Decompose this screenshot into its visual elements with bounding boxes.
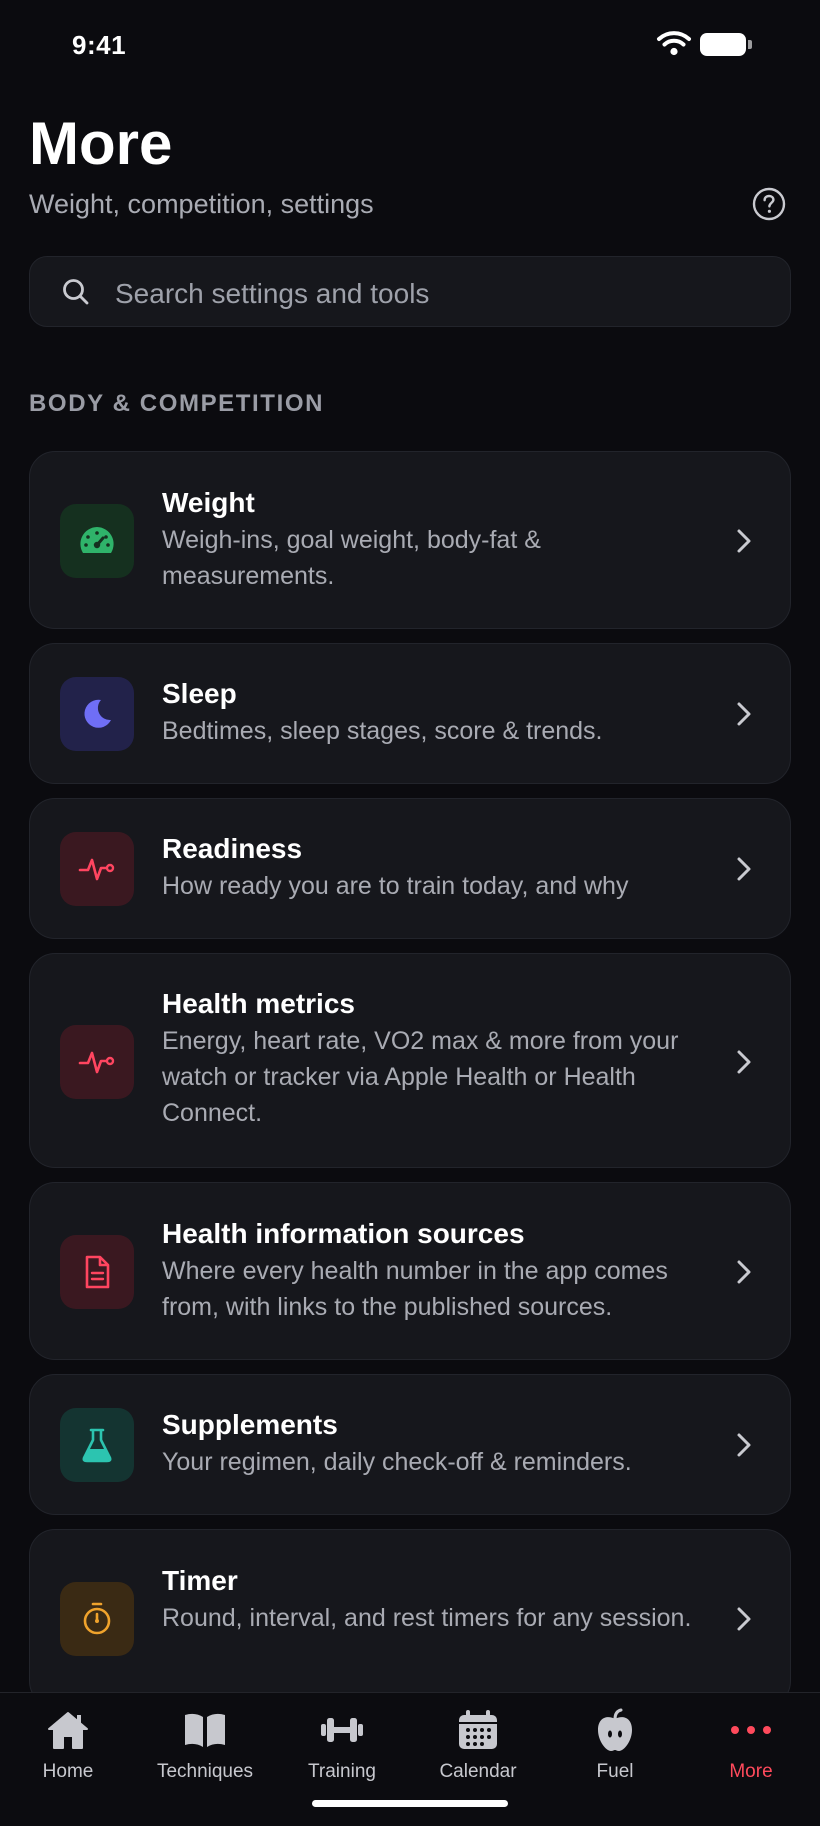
card-description: Weigh-ins, goal weight, body-fat & measu… [162,526,541,590]
chevron-right-icon [737,1607,751,1631]
tab-label: Techniques [156,1761,254,1782]
card-description: Bedtimes, sleep stages, score & trends. [162,717,603,745]
card-title: Health information sources [162,1218,525,1249]
card-description: Where every health number in the app com… [162,1257,668,1321]
heartbeat-icon [60,832,134,906]
card-description: Energy, heart rate, VO2 max & more from … [162,1027,679,1127]
page-subtitle: Weight, competition, settings [29,189,374,219]
card-sleep[interactable]: Sleep Bedtimes, sleep stages, score & tr… [29,643,791,784]
tab-more[interactable]: More [683,1707,819,1783]
gauge-icon [60,504,134,578]
card-timer[interactable]: Timer Round, interval, and rest timers f… [29,1529,791,1707]
chevron-right-icon [737,1433,751,1457]
tab-label: More [729,1761,773,1782]
card-description: Round, interval, and rest timers for any… [162,1604,692,1632]
tab-label: Training [308,1761,376,1782]
card-title: Health metrics [162,988,355,1019]
card-title: Weight [162,487,255,518]
section-header: BODY & COMPETITION [29,390,325,417]
more-dots-icon [731,1726,771,1734]
home-indicator [312,1800,508,1807]
chevron-right-icon [737,857,751,881]
chevron-right-icon [737,1050,751,1074]
card-title: Readiness [162,833,303,864]
search-input[interactable]: Search settings and tools [29,256,791,327]
tab-label: Calendar [439,1761,517,1782]
search-placeholder: Search settings and tools [115,278,430,309]
page-title: More [29,110,173,177]
document-icon [60,1235,134,1309]
tab-techniques[interactable]: Techniques [137,1707,273,1783]
card-supplements[interactable]: Supplements Your regimen, daily check-of… [29,1374,791,1515]
search-icon [63,279,89,305]
tab-home[interactable]: Home [0,1707,136,1783]
tab-label: Fuel [596,1761,634,1782]
card-description: How ready you are to train today, and wh… [162,872,629,900]
pulse-icon [60,1025,134,1099]
status-bar: 9:41 [0,0,820,90]
tab-fuel[interactable]: Fuel [547,1707,683,1783]
card-title: Timer [162,1565,238,1596]
card-title: Sleep [162,678,237,709]
chevron-right-icon [737,529,751,553]
card-description: Your regimen, daily check-off & reminder… [162,1448,632,1476]
card-health-metrics[interactable]: Health metrics Energy, heart rate, VO2 m… [29,953,791,1168]
battery-icon [700,33,752,56]
dumbbell-icon [321,1718,363,1742]
stopwatch-icon [60,1582,134,1656]
tab-label: Home [42,1761,94,1782]
moon-icon [60,677,134,751]
help-icon[interactable] [752,187,786,221]
flask-icon [60,1408,134,1482]
card-weight[interactable]: Weight Weigh-ins, goal weight, body-fat … [29,451,791,629]
home-icon [48,1712,88,1749]
card-readiness[interactable]: Readiness How ready you are to train tod… [29,798,791,939]
tab-calendar[interactable]: Calendar [410,1707,546,1783]
chevron-right-icon [737,1260,751,1284]
wifi-icon [657,31,691,56]
status-time: 9:41 [72,30,127,60]
tab-training[interactable]: Training [274,1707,410,1783]
book-icon [185,1713,225,1747]
card-title: Supplements [162,1409,338,1440]
calendar-icon [459,1710,497,1749]
apple-icon [598,1708,632,1751]
chevron-right-icon [737,702,751,726]
card-health-information-sources[interactable]: Health information sources Where every h… [29,1182,791,1360]
